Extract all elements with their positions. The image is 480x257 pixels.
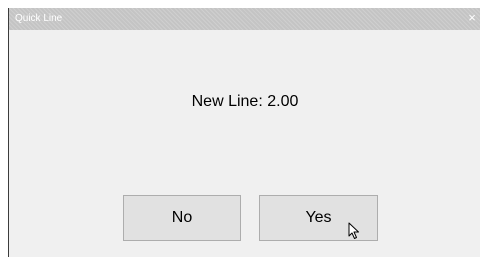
dialog-message: New Line: 2.00 bbox=[191, 93, 299, 110]
yes-button[interactable]: Yes bbox=[259, 195, 378, 241]
quick-line-dialog: Quick Line × New Line: 2.00 No Yes bbox=[8, 8, 480, 257]
close-icon[interactable]: × bbox=[465, 11, 479, 25]
window-title: Quick Line bbox=[15, 13, 63, 24]
no-button[interactable]: No bbox=[123, 195, 241, 241]
title-bar[interactable]: Quick Line × bbox=[9, 8, 480, 30]
